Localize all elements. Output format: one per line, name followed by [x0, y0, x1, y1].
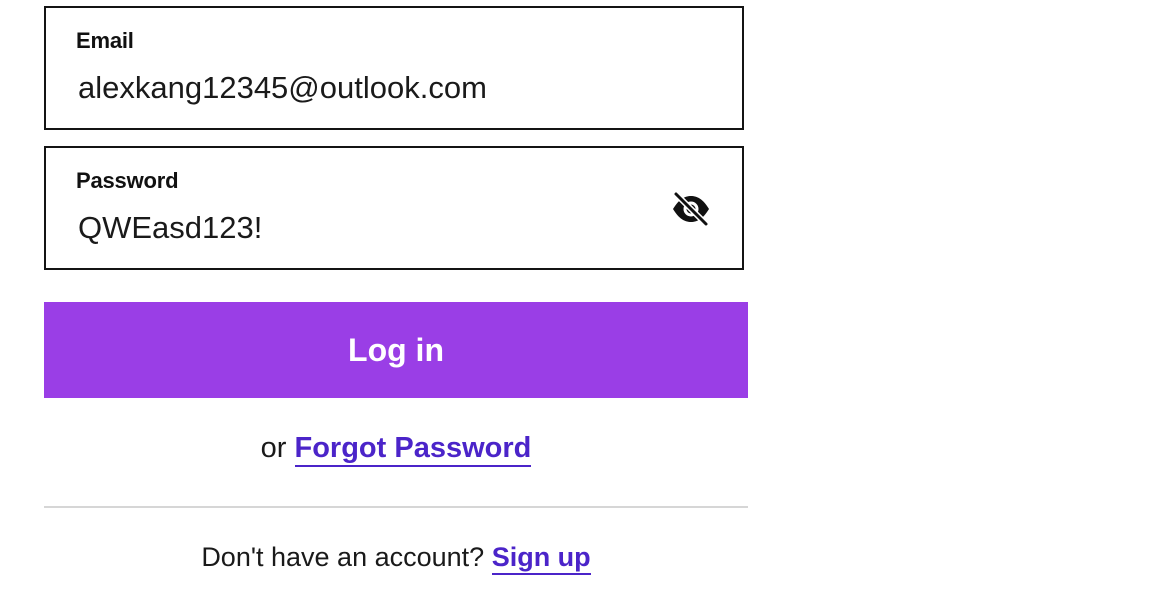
email-input[interactable]: [78, 70, 638, 106]
divider: [44, 506, 748, 508]
signup-prompt: Don't have an account?: [201, 542, 485, 572]
signup-link[interactable]: Sign up: [491, 542, 591, 575]
signup-row: Don't have an account? Sign up: [44, 542, 748, 575]
eye-slash-icon[interactable]: [670, 188, 712, 230]
email-label: Email: [76, 28, 134, 53]
password-label: Password: [76, 168, 179, 193]
forgot-prefix: or: [260, 432, 287, 464]
email-field[interactable]: Email: [44, 6, 744, 130]
password-field[interactable]: Password: [44, 146, 744, 270]
forgot-password-link[interactable]: Forgot Password: [294, 432, 532, 467]
password-input[interactable]: [78, 210, 638, 246]
forgot-password-row: or Forgot Password: [44, 432, 748, 467]
login-button[interactable]: Log in: [44, 302, 748, 398]
